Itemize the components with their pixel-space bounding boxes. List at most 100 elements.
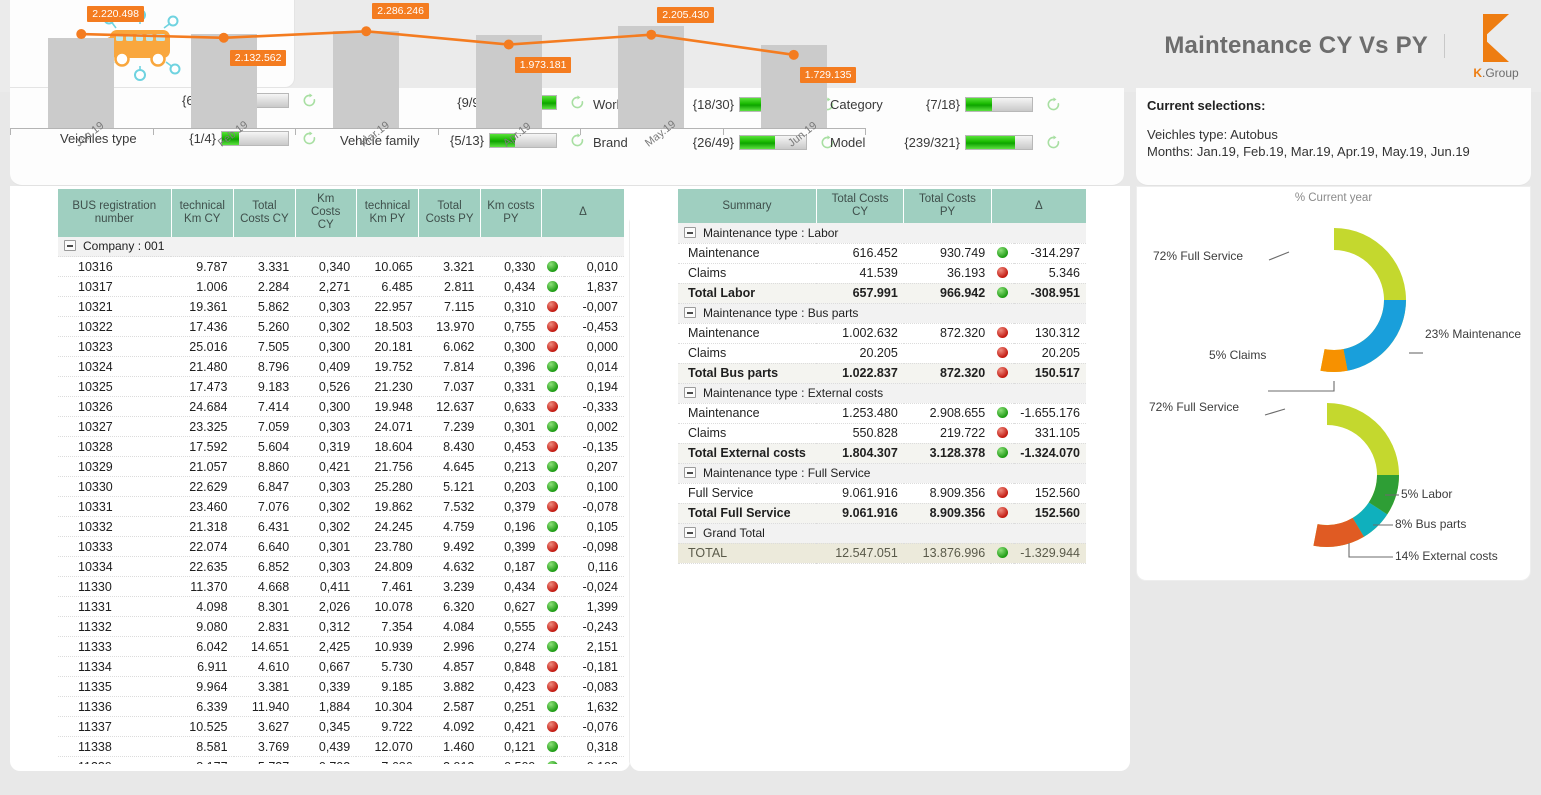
table-row[interactable]: 1032817.5925.6040,31918.6048.4300,453-0,… [58, 437, 624, 457]
bar-feb-19[interactable] [191, 34, 257, 128]
donut1-slice-maintenance[interactable] [1343, 300, 1406, 371]
summary-delta: 152.560 [1014, 483, 1086, 503]
col-summary-total-costs-py[interactable]: Total Costs PY [904, 189, 991, 223]
cell-bus-id: 10325 [58, 377, 171, 397]
summary-label: Maintenance [678, 323, 816, 343]
cell-total-costs-py: 3.912 [419, 757, 481, 764]
table-row[interactable]: 103171.0062.2842,2716.4852.8110,4341,837 [58, 277, 624, 297]
summary-group-row[interactable]: Maintenance type : External costs [678, 383, 1086, 403]
x-tick-mark [295, 128, 296, 135]
summary-row[interactable]: TOTAL12.547.05113.876.996-1.329.944 [678, 543, 1086, 563]
cell-technical-km-py: 7.354 [356, 617, 419, 637]
table-row[interactable]: 1033022.6296.8470,30325.2805.1210,2030,1… [58, 477, 624, 497]
table-row[interactable]: 1133011.3704.6680,4117.4613.2390,434-0,0… [58, 577, 624, 597]
cell-km-costs-cy: 0,300 [295, 397, 356, 417]
table-row[interactable]: 1032517.4739.1830,52621.2307.0370,3310,1… [58, 377, 624, 397]
table-row[interactable]: 1032217.4365.2600,30218.50313.9700,755-0… [58, 317, 624, 337]
col-total-costs-cy[interactable]: Total Costs CY [234, 189, 296, 237]
col-km-costs-cy[interactable]: Km Costs CY [295, 189, 356, 237]
cell-bus-id: 10330 [58, 477, 171, 497]
cell-total-costs-cy: 8.860 [234, 457, 296, 477]
summary-row[interactable]: Total Bus parts1.022.837872.320150.517 [678, 363, 1086, 383]
col-technical-km-cy[interactable]: technical Km CY [171, 189, 234, 237]
summary-group-row[interactable]: Maintenance type : Full Service [678, 463, 1086, 483]
table-row[interactable]: 1032723.3257.0590,30324.0717.2390,3010,0… [58, 417, 624, 437]
summary-row[interactable]: Maintenance1.253.4802.908.655-1.655.176 [678, 403, 1086, 423]
table-row[interactable]: 1033422.6356.8520,30324.8094.6320,1870,1… [58, 557, 624, 577]
reset-icon[interactable] [1046, 97, 1061, 112]
group-row-company[interactable]: Company : 001 [58, 237, 624, 257]
bar-mar-19[interactable] [333, 31, 399, 128]
table-row[interactable]: 113329.0802.8310,3127.3544.0840,555-0,24… [58, 617, 624, 637]
cell-total-costs-py: 5.121 [419, 477, 481, 497]
table-row[interactable]: 1032921.0578.8600,42121.7564.6450,2130,2… [58, 457, 624, 477]
summary-row[interactable]: Claims41.53936.1935.346 [678, 263, 1086, 283]
status-indicator [991, 423, 1014, 443]
table-row[interactable]: 1033123.4607.0760,30219.8627.5320,379-0,… [58, 497, 624, 517]
status-indicator [541, 677, 564, 697]
collapse-icon[interactable] [684, 387, 696, 398]
table-row[interactable]: 113346.9114.6100,6675.7304.8570,848-0,18… [58, 657, 624, 677]
bar-jan-19[interactable] [48, 38, 114, 128]
collapse-icon[interactable] [684, 307, 696, 318]
table-row[interactable]: 113388.5813.7690,43912.0701.4600,1210,31… [58, 737, 624, 757]
summary-group-row[interactable]: Maintenance type : Labor [678, 223, 1086, 243]
table-row[interactable]: 1032119.3615.8620,30322.9577.1150,310-0,… [58, 297, 624, 317]
bar-apr-19[interactable] [476, 35, 542, 128]
summary-row[interactable]: Maintenance1.002.632872.320130.312 [678, 323, 1086, 343]
table-row[interactable]: 1133710.5253.6270,3459.7224.0920,421-0,0… [58, 717, 624, 737]
table-row[interactable]: 1032624.6847.4140,30019.94812.6370,633-0… [58, 397, 624, 417]
col-technical-km-py[interactable]: technical Km PY [356, 189, 419, 237]
table-row[interactable]: 1032325.0167.5050,30020.1816.0620,3000,0… [58, 337, 624, 357]
table-row[interactable]: 103169.7873.3310,34010.0653.3210,3300,01… [58, 257, 624, 277]
table-row[interactable]: 113336.04214.6512,42510.9392.9960,2742,1… [58, 637, 624, 657]
led-green-icon [547, 461, 558, 472]
bar-may-19[interactable] [618, 26, 684, 128]
table-row[interactable]: 1032421.4808.7960,40919.7527.8140,3960,0… [58, 357, 624, 377]
col-summary-delta[interactable]: Δ [991, 189, 1086, 223]
table-row[interactable]: 1033221.3186.4310,30224.2454.7590,1960,1… [58, 517, 624, 537]
collapse-icon[interactable] [64, 240, 76, 251]
col-delta[interactable]: Δ [541, 189, 624, 237]
summary-row[interactable]: Maintenance616.452930.749-314.297 [678, 243, 1086, 263]
collapse-icon[interactable] [684, 527, 696, 538]
filter-gauge[interactable] [965, 135, 1033, 150]
table-row[interactable]: 113359.9643.3810,3399.1853.8820,423-0,08… [58, 677, 624, 697]
cell-bus-id: 10333 [58, 537, 171, 557]
donut-current-year[interactable] [1137, 205, 1532, 395]
collapse-icon[interactable] [684, 467, 696, 478]
summary-row[interactable]: Total Full Service9.061.9168.909.356152.… [678, 503, 1086, 523]
led-green-icon [997, 547, 1008, 558]
led-red-icon [997, 507, 1008, 518]
col-km-costs-py[interactable]: Km costs PY [480, 189, 541, 237]
monthly-costs-chart[interactable]: Jan.19Feb.19Mar.19Apr.19May.19Jun.192.22… [0, 0, 901, 195]
bus-detail-table-scroll[interactable]: BUS registration number technical Km CY … [58, 189, 624, 764]
donut1-slice-claims[interactable] [1320, 349, 1347, 372]
cell-bus-id: 10327 [58, 417, 171, 437]
cell-total-costs-cy: 5.260 [234, 317, 296, 337]
cell-bus-id: 10323 [58, 337, 171, 357]
cell-km-costs-py: 0,331 [480, 377, 541, 397]
collapse-icon[interactable] [684, 227, 696, 238]
col-total-costs-py[interactable]: Total Costs PY [419, 189, 481, 237]
col-bus-registration-number[interactable]: BUS registration number [58, 189, 171, 237]
table-row[interactable]: 1033322.0746.6400,30123.7809.4920,399-0,… [58, 537, 624, 557]
led-red-icon [997, 487, 1008, 498]
summary-total-costs-cy: 1.022.837 [816, 363, 903, 383]
summary-group-row[interactable]: Grand Total [678, 523, 1086, 543]
reset-icon[interactable] [1046, 135, 1061, 150]
summary-row[interactable]: Total Labor657.991966.942-308.951 [678, 283, 1086, 303]
cell-technical-km-cy: 17.592 [171, 437, 234, 457]
summary-table-scroll[interactable]: Summary Total Costs CY Total Costs PY Δ … [678, 189, 1086, 569]
cell-technical-km-cy: 21.318 [171, 517, 234, 537]
summary-row[interactable]: Total External costs1.804.3073.128.378-1… [678, 443, 1086, 463]
summary-row[interactable]: Claims550.828219.722331.105 [678, 423, 1086, 443]
summary-row[interactable]: Full Service9.061.9168.909.356152.560 [678, 483, 1086, 503]
bar-jun-19[interactable] [761, 45, 827, 128]
table-row[interactable]: 113314.0988.3012,02610.0786.3200,6271,39… [58, 597, 624, 617]
table-row[interactable]: 113398.1775.7370,7027.6863.9120,5090,193 [58, 757, 624, 764]
summary-row[interactable]: Claims20.20520.205 [678, 343, 1086, 363]
filter-gauge[interactable] [965, 97, 1033, 112]
summary-group-row[interactable]: Maintenance type : Bus parts [678, 303, 1086, 323]
table-row[interactable]: 113366.33911.9401,88410.3042.5870,2511,6… [58, 697, 624, 717]
